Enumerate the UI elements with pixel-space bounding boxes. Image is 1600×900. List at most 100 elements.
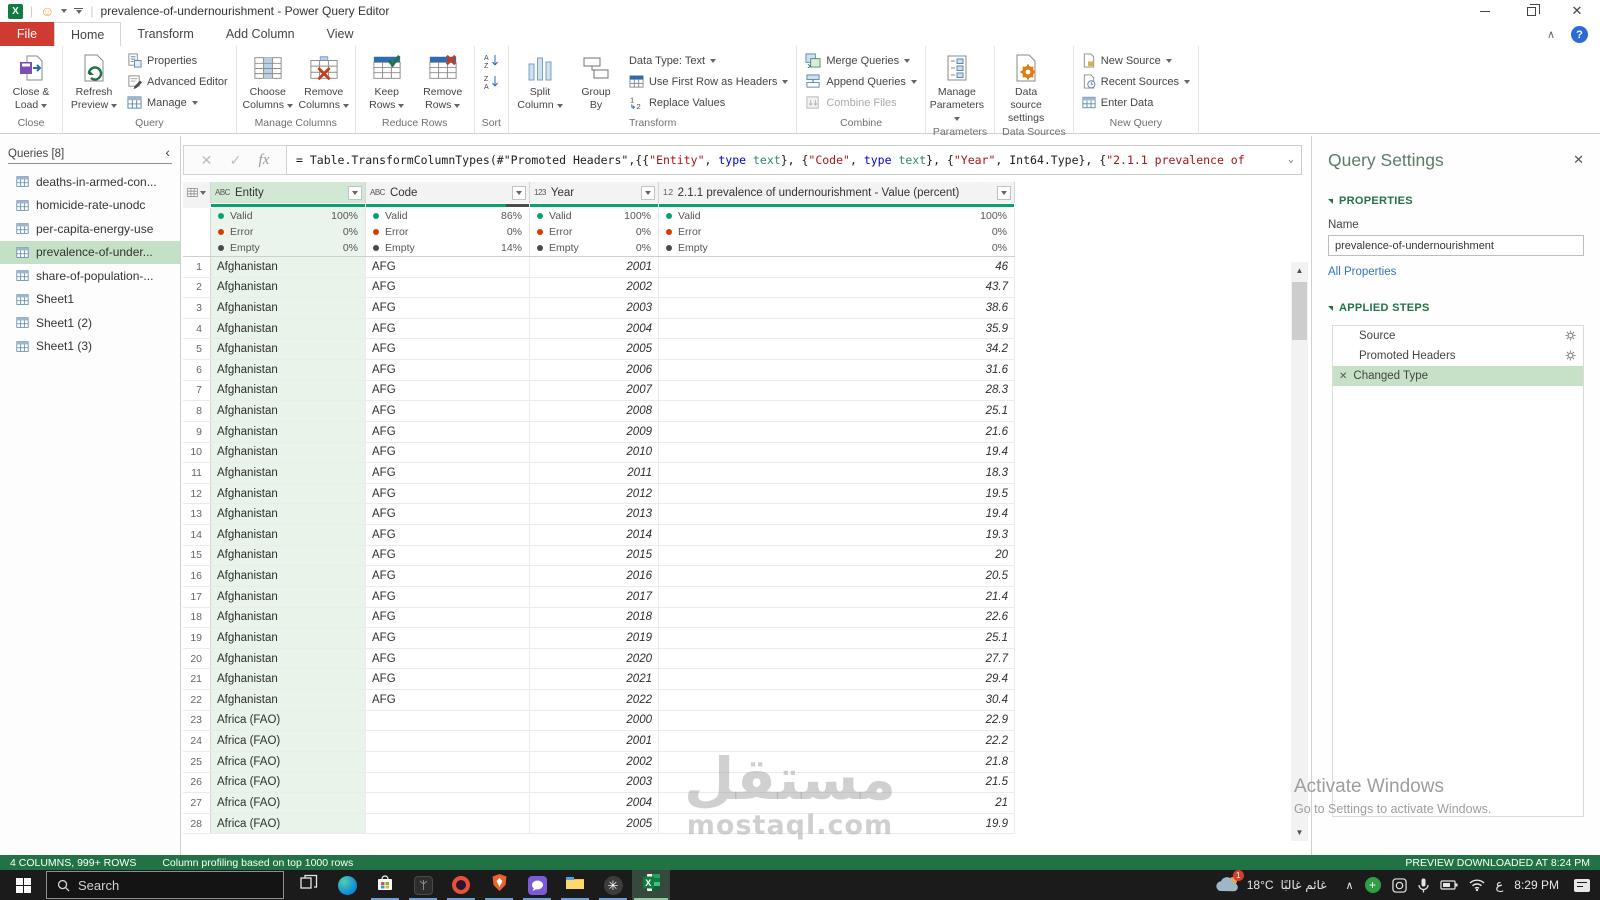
table-cell[interactable]: Afghanistan (211, 442, 366, 463)
close-button[interactable]: ✕ (1554, 0, 1600, 22)
query-name-input[interactable]: prevalence-of-undernourishment (1328, 235, 1584, 256)
table-cell[interactable]: Afghanistan (211, 504, 366, 525)
table-cell[interactable]: 2009 (530, 421, 659, 442)
new-source-button[interactable]: New Source (1077, 50, 1195, 71)
remove-rows-button[interactable]: Remove Rows (415, 47, 471, 116)
table-cell[interactable]: AFG (366, 566, 530, 586)
table-cell[interactable]: Afghanistan (211, 628, 366, 648)
scroll-up-icon[interactable]: ▲ (1291, 262, 1308, 279)
table-cell[interactable]: Afghanistan (211, 586, 366, 607)
column-header-0[interactable]: ABC Entity (211, 182, 366, 203)
table-cell[interactable]: 2004 (530, 793, 659, 813)
language-indicator[interactable]: ع (1496, 878, 1504, 893)
column-header-2[interactable]: 123 Year (530, 182, 659, 203)
table-cell[interactable]: 2010 (530, 442, 659, 463)
table-cell[interactable]: 19.9 (659, 813, 1015, 834)
applied-step[interactable]: ✕ Changed Type (1333, 366, 1583, 386)
table-cell[interactable]: 2007 (530, 380, 659, 401)
table-cell[interactable]: AFG (366, 277, 530, 298)
gear-icon[interactable] (1565, 350, 1576, 361)
table-cell[interactable]: Afghanistan (211, 483, 366, 504)
taskbar-app-task-view[interactable] (290, 870, 328, 900)
table-cell[interactable]: AFG (366, 504, 530, 525)
table-cell[interactable]: Afghanistan (211, 256, 366, 277)
table-cell[interactable]: Africa (FAO) (211, 793, 366, 813)
column-header-1[interactable]: ABC Code (366, 182, 530, 203)
table-cell[interactable]: 2013 (530, 504, 659, 525)
tray-expand-chevron-icon[interactable]: ∧ (1345, 879, 1353, 892)
table-cell[interactable]: Afghanistan (211, 607, 366, 628)
table-cell[interactable]: Afghanistan (211, 318, 366, 339)
table-cell[interactable]: 2021 (530, 669, 659, 690)
commit-formula-icon[interactable]: ✓ (230, 152, 242, 169)
column-filter-button[interactable] (641, 185, 655, 200)
enter-data-button[interactable]: Enter Data (1077, 92, 1195, 113)
table-cell[interactable] (366, 793, 530, 813)
table-cell[interactable]: 2003 (530, 298, 659, 318)
table-cell[interactable]: 2014 (530, 525, 659, 545)
all-properties-link[interactable]: All Properties (1328, 266, 1584, 278)
table-cell[interactable]: 2017 (530, 586, 659, 607)
table-cell[interactable]: Afghanistan (211, 690, 366, 710)
table-cell[interactable]: Africa (FAO) (211, 772, 366, 793)
table-cell[interactable]: 2001 (530, 731, 659, 751)
table-cell[interactable]: 19.4 (659, 442, 1015, 463)
vertical-scrollbar[interactable]: ▲ ▼ (1291, 262, 1308, 841)
table-cell[interactable]: 38.6 (659, 298, 1015, 318)
table-cell[interactable]: 2008 (530, 401, 659, 421)
table-cell[interactable]: Afghanistan (211, 463, 366, 483)
minimize-button[interactable] (1462, 0, 1508, 22)
scroll-down-icon[interactable]: ▼ (1291, 824, 1308, 841)
table-cell[interactable] (366, 751, 530, 772)
table-cell[interactable] (366, 772, 530, 793)
properties-button[interactable]: Properties (122, 50, 233, 71)
table-cell[interactable]: 2011 (530, 463, 659, 483)
close-settings-icon[interactable]: ✕ (1573, 152, 1584, 168)
customize-quick-access-icon[interactable] (74, 8, 84, 14)
table-cell[interactable]: AFG (366, 628, 530, 648)
table-cell[interactable]: 43.7 (659, 277, 1015, 298)
table-cell[interactable]: 2020 (530, 648, 659, 669)
table-cell[interactable]: 19.5 (659, 483, 1015, 504)
table-cell[interactable]: 27.7 (659, 648, 1015, 669)
query-item[interactable]: per-capita-energy-use (0, 217, 180, 241)
battery-tray-icon[interactable] (1439, 879, 1458, 891)
data-source-settings-button[interactable]: Data source settings (998, 47, 1054, 125)
table-cell[interactable]: AFG (366, 421, 530, 442)
replace-values-button[interactable]: 12 Replace Values (624, 92, 793, 113)
table-cell[interactable]: AFG (366, 648, 530, 669)
table-cell[interactable]: 25.1 (659, 401, 1015, 421)
taskbar-app-chatgpt[interactable]: ✳ (594, 870, 632, 900)
table-cell[interactable]: AFG (366, 442, 530, 463)
table-cell[interactable]: Afghanistan (211, 648, 366, 669)
table-cell[interactable]: Africa (FAO) (211, 731, 366, 751)
table-cell[interactable]: AFG (366, 545, 530, 566)
close-and-load-button[interactable]: Close & Load (3, 47, 59, 116)
column-filter-button[interactable] (997, 185, 1011, 200)
table-cell[interactable]: AFG (366, 586, 530, 607)
table-cell[interactable]: 2012 (530, 483, 659, 504)
table-cell[interactable]: 2003 (530, 772, 659, 793)
manage-parameters-button[interactable]: Manage Parameters (929, 47, 985, 125)
query-item[interactable]: share-of-population-... (0, 264, 180, 288)
table-cell[interactable]: 28.3 (659, 380, 1015, 401)
table-cell[interactable]: 30.4 (659, 690, 1015, 710)
table-cell[interactable] (366, 813, 530, 834)
split-column-button[interactable]: Split Column (512, 47, 568, 116)
table-cell[interactable]: 19.3 (659, 525, 1015, 545)
table-cell[interactable]: 18.3 (659, 463, 1015, 483)
table-cell[interactable]: Afghanistan (211, 298, 366, 318)
manage-button[interactable]: Manage (122, 92, 233, 113)
antivirus-tray-icon[interactable]: + (1364, 877, 1381, 893)
table-cell[interactable]: 22.2 (659, 731, 1015, 751)
delete-step-icon[interactable]: ✕ (1339, 371, 1347, 382)
restore-button[interactable] (1508, 0, 1554, 22)
table-cell[interactable]: AFG (366, 690, 530, 710)
table-cell[interactable]: 22.9 (659, 710, 1015, 731)
table-cell[interactable]: 29.4 (659, 669, 1015, 690)
query-item[interactable]: Sheet1 (0, 288, 180, 312)
sort-descending-button[interactable]: ZA (478, 71, 505, 92)
table-cell[interactable]: Afghanistan (211, 360, 366, 380)
cancel-formula-icon[interactable]: ✕ (201, 152, 213, 169)
merge-queries-button[interactable]: Merge Queries (800, 50, 922, 71)
